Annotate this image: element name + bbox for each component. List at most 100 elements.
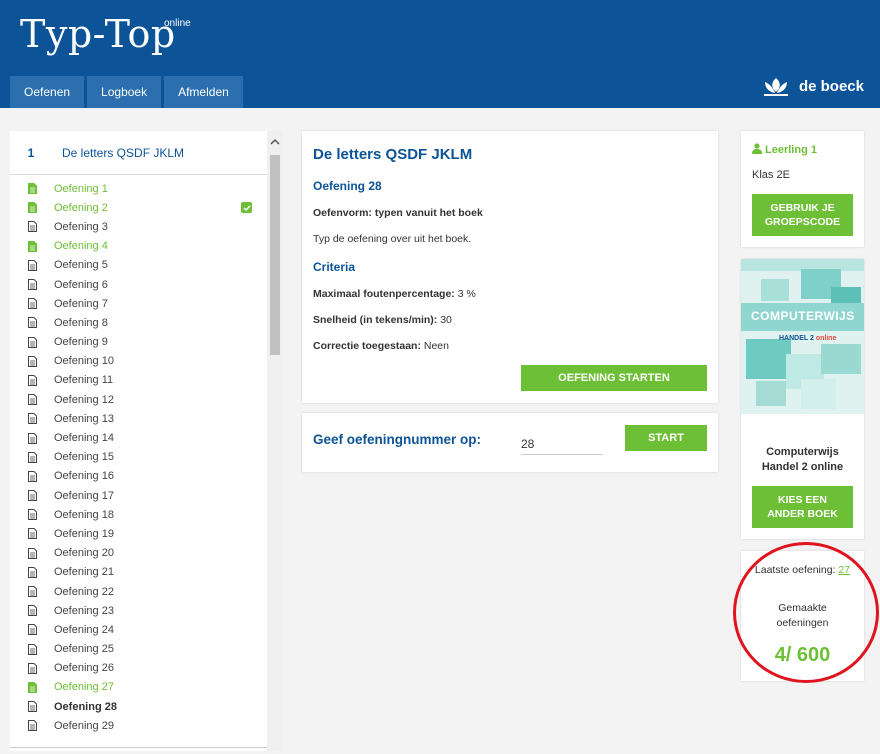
scroll-thumb[interactable]	[270, 155, 280, 355]
exercise-label: Oefening 18	[54, 508, 114, 521]
exercise-number-card: Geef oefeningnummer op: START	[302, 413, 718, 472]
exercise-item[interactable]: Oefening 23	[10, 601, 267, 620]
chapter-header[interactable]: 1 De letters QSDF JKLM	[10, 131, 267, 175]
exercise-label: Oefening 1	[54, 182, 108, 195]
exercise-heading: Oefening 28	[313, 179, 382, 193]
exercise-label: Oefening 29	[54, 719, 114, 732]
book-cover-subtitle: HANDEL 2 online	[779, 335, 837, 342]
document-icon	[26, 336, 38, 348]
user-class: Klas 2E	[752, 169, 790, 181]
exercise-label: Oefening 19	[54, 527, 114, 540]
exercise-item[interactable]: Oefening 22	[10, 582, 267, 601]
exercise-item[interactable]: Oefening 21	[10, 563, 267, 582]
logo-superscript: online	[164, 18, 191, 29]
exercise-item[interactable]: Oefening 18	[10, 505, 267, 524]
document-icon	[26, 509, 38, 521]
exercise-item[interactable]: Oefening 26	[10, 659, 267, 678]
brand-name: de boeck	[798, 77, 864, 95]
last-exercise-link[interactable]: 27	[838, 564, 850, 576]
other-book-button-line2: ANDER BOEK	[767, 508, 838, 520]
exercise-item[interactable]: Oefening 29	[10, 716, 267, 735]
completed-label-line2: oefeningen	[776, 617, 829, 629]
exercise-label: Oefening 21	[54, 566, 114, 579]
exercise-item[interactable]: Oefening 2	[10, 198, 267, 217]
exercise-number-input[interactable]	[521, 433, 603, 455]
exercise-label: Oefening 3	[54, 220, 108, 233]
group-code-button-line1: GEBRUIK JE	[770, 202, 835, 214]
exercise-item[interactable]: Oefening 20	[10, 544, 267, 563]
exercise-item[interactable]: Oefening 5	[10, 256, 267, 275]
last-exercise-label: Laatste oefening:	[754, 564, 836, 576]
exercise-item[interactable]: Oefening 12	[10, 390, 267, 409]
exercise-label: Oefening 12	[54, 393, 114, 406]
exercise-item[interactable]: Oefening 8	[10, 313, 267, 332]
chapter-heading: De letters QSDF JKLM	[313, 146, 473, 163]
book-cover-image: COMPUTERWIJS HANDEL 2 online	[741, 259, 864, 414]
exercise-item[interactable]: Oefening 3	[10, 217, 267, 236]
group-code-button[interactable]: GEBRUIK JE GROEPSCODE	[752, 194, 853, 236]
exercise-item[interactable]: Oefening 13	[10, 409, 267, 428]
list-scrollbar[interactable]	[267, 131, 283, 751]
document-icon	[26, 355, 38, 367]
exercise-label: Oefening 7	[54, 297, 108, 310]
document-icon	[26, 374, 38, 386]
exercise-item[interactable]: Oefening 6	[10, 275, 267, 294]
nav-afmelden[interactable]: Afmelden	[164, 76, 243, 108]
exercise-item[interactable]: Oefening 24	[10, 620, 267, 639]
list-divider	[10, 747, 267, 748]
scroll-up-icon[interactable]	[270, 137, 280, 147]
exercise-label: Oefening 23	[54, 604, 114, 617]
criterion-max-error: Maximaal foutenpercentage: 3 %	[313, 288, 476, 300]
exercise-item[interactable]: Oefening 4	[10, 237, 267, 256]
criterion-correction: Correctie toegestaan: Neen	[313, 340, 449, 352]
exercise-item[interactable]: Oefening 28	[10, 697, 267, 716]
exercise-label: Oefening 24	[54, 623, 114, 636]
document-icon	[26, 413, 38, 425]
main-nav: Oefenen Logboek Afmelden	[10, 76, 243, 108]
document-icon	[26, 605, 38, 617]
exercise-item[interactable]: Oefening 14	[10, 428, 267, 447]
document-icon	[26, 681, 38, 693]
exercise-item[interactable]: Oefening 27	[10, 678, 267, 697]
exercise-item[interactable]: Oefening 11	[10, 371, 267, 390]
exercise-item[interactable]: Oefening 19	[10, 524, 267, 543]
nav-logboek[interactable]: Logboek	[87, 76, 162, 108]
start-exercise-button[interactable]: OEFENING STARTEN	[521, 365, 707, 391]
app-logo: Typ-Top	[20, 12, 176, 56]
exercise-item[interactable]: Oefening 17	[10, 486, 267, 505]
exercise-item[interactable]: Oefening 25	[10, 640, 267, 659]
document-icon	[26, 528, 38, 540]
user-name: Leerling 1	[752, 143, 817, 157]
other-book-button-line1: KIES EEN	[777, 494, 827, 506]
last-exercise: Laatste oefening: 27	[741, 564, 864, 576]
exercise-label: Oefening 13	[54, 412, 114, 425]
completed-count: 4/ 600	[774, 644, 831, 666]
document-icon	[26, 662, 38, 674]
document-icon	[26, 490, 38, 502]
book-name-line1: Computerwijs	[766, 446, 839, 458]
exercise-item[interactable]: Oefening 10	[10, 352, 267, 371]
exercise-item[interactable]: Oefening 9	[10, 333, 267, 352]
document-icon	[26, 317, 38, 329]
document-icon	[26, 451, 38, 463]
exercise-label: Oefening 27	[54, 681, 114, 694]
choose-other-book-button[interactable]: KIES EEN ANDER BOEK	[752, 486, 853, 528]
user-card: Leerling 1 Klas 2E GEBRUIK JE GROEPSCODE	[741, 131, 864, 247]
exercise-item[interactable]: Oefening 7	[10, 294, 267, 313]
exercise-item[interactable]: Oefening 16	[10, 467, 267, 486]
exercise-number-label: Geef oefeningnummer op:	[313, 432, 482, 447]
exercise-item[interactable]: Oefening 15	[10, 448, 267, 467]
exercise-label: Oefening 16	[54, 470, 114, 483]
exercise-label: Oefening 4	[54, 240, 108, 253]
exercise-item[interactable]: Oefening 1	[10, 179, 267, 198]
book-name-line2: Handel 2 online	[761, 461, 844, 473]
nav-oefenen[interactable]: Oefenen	[10, 76, 85, 108]
document-icon	[26, 432, 38, 444]
document-icon	[26, 183, 38, 195]
start-button[interactable]: START	[625, 425, 707, 451]
chapter-number: 1	[27, 145, 35, 160]
document-icon	[26, 701, 38, 713]
book-card: COMPUTERWIJS HANDEL 2 online Computerwij…	[741, 259, 864, 539]
user-icon	[752, 143, 762, 157]
exercise-list: Oefening 1 Oefening 2 Oefening 3 Oefening 4…	[10, 179, 267, 735]
